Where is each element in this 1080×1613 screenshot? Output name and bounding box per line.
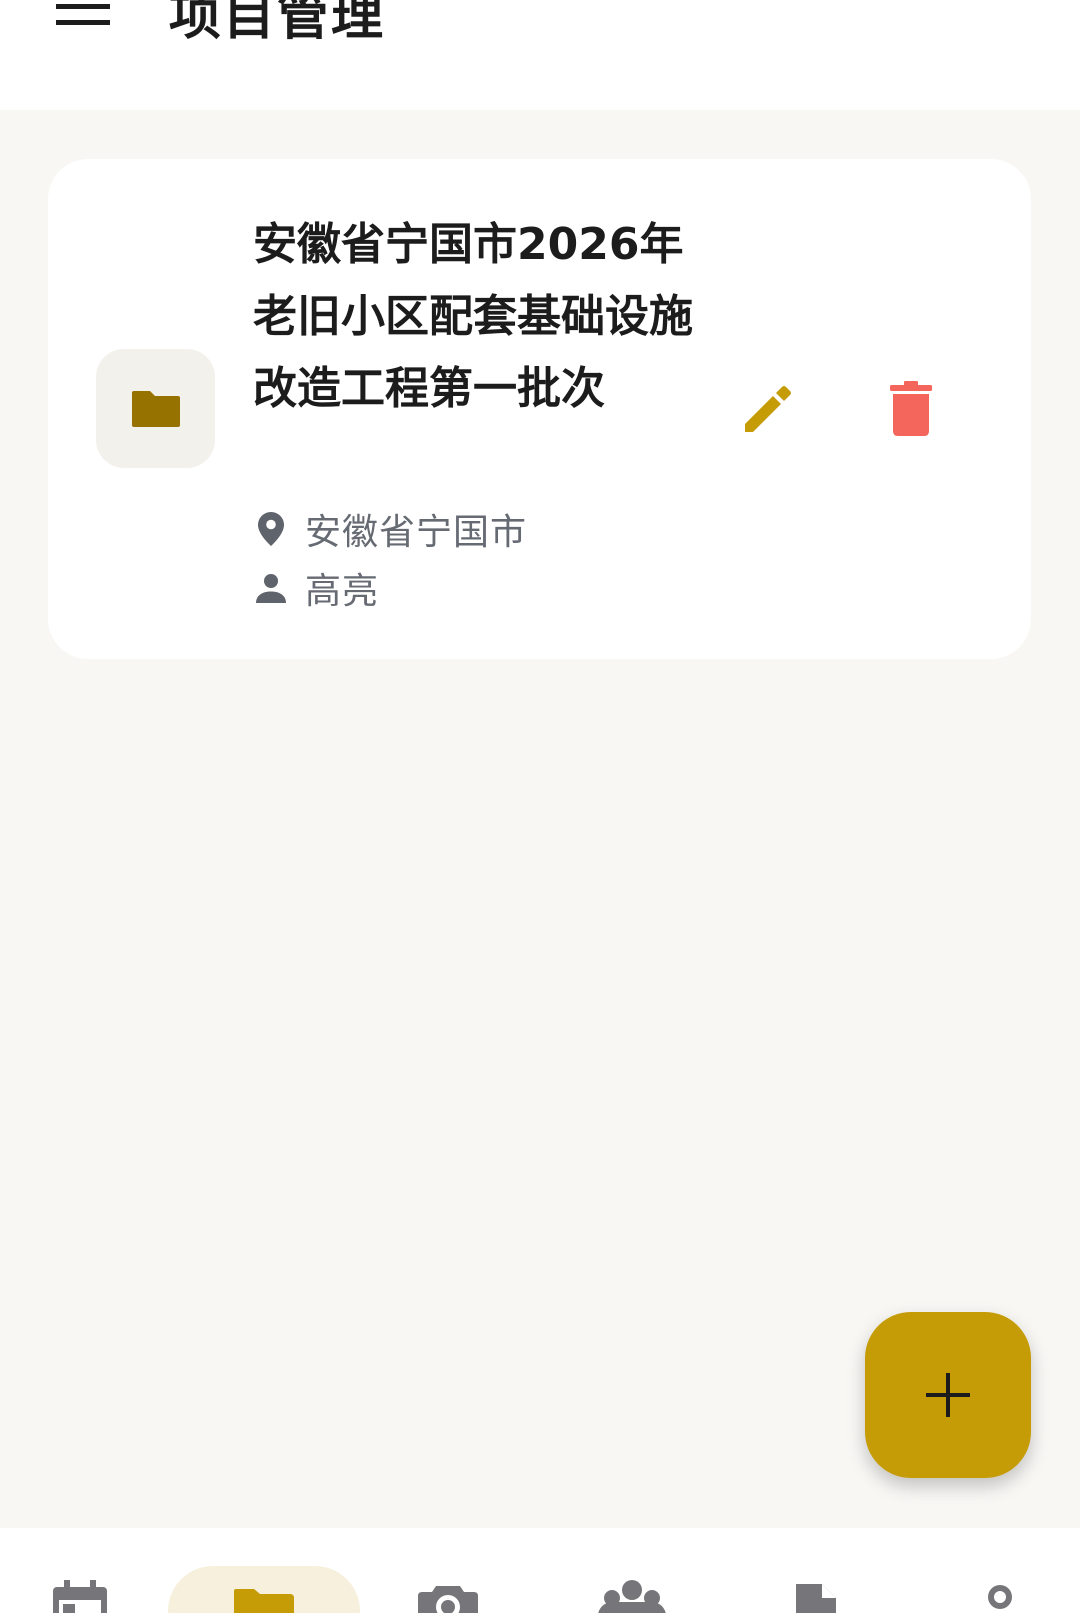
page-title: 项目管理	[169, 0, 386, 47]
menu-button[interactable]	[44, 0, 124, 58]
nav-item-team[interactable]	[592, 1528, 672, 1613]
edit-project-button[interactable]	[728, 369, 808, 449]
app-bar: 项目管理	[0, 0, 1080, 110]
calendar-icon	[53, 1580, 107, 1613]
nav-item-camera[interactable]	[408, 1528, 488, 1613]
group-icon	[598, 1580, 666, 1613]
pencil-icon	[745, 386, 791, 432]
location-pin-icon	[253, 511, 289, 547]
add-project-button[interactable]	[865, 1312, 1031, 1478]
bottom-nav	[0, 1528, 1080, 1613]
nav-item-documents[interactable]	[776, 1528, 856, 1613]
project-title: 安徽省宁国市2026年老旧小区配套基础设施改造工程第一批次	[253, 219, 693, 414]
project-location-row: 安徽省宁国市	[253, 505, 527, 553]
folder-icon	[131, 390, 180, 427]
person-icon	[253, 570, 289, 606]
project-card[interactable]: 安徽省宁国市2026年老旧小区配套基础设施改造工程第一批次 安徽省宁国市 高亮	[48, 159, 1031, 659]
camera-icon	[418, 1586, 478, 1613]
folder-icon	[234, 1589, 294, 1613]
person-icon	[988, 1585, 1012, 1609]
document-icon	[796, 1584, 836, 1613]
project-manager-row: 高亮	[253, 564, 379, 612]
project-manager: 高亮	[305, 571, 380, 612]
nav-item-profile[interactable]	[960, 1528, 1040, 1613]
plus-icon	[926, 1373, 970, 1417]
nav-item-calendar[interactable]	[40, 1528, 120, 1613]
nav-item-projects[interactable]	[224, 1528, 304, 1613]
trash-icon	[890, 381, 932, 436]
project-folder-badge	[96, 349, 215, 468]
project-location: 安徽省宁国市	[305, 512, 528, 553]
delete-project-button[interactable]	[871, 369, 951, 449]
menu-icon	[56, 4, 110, 25]
